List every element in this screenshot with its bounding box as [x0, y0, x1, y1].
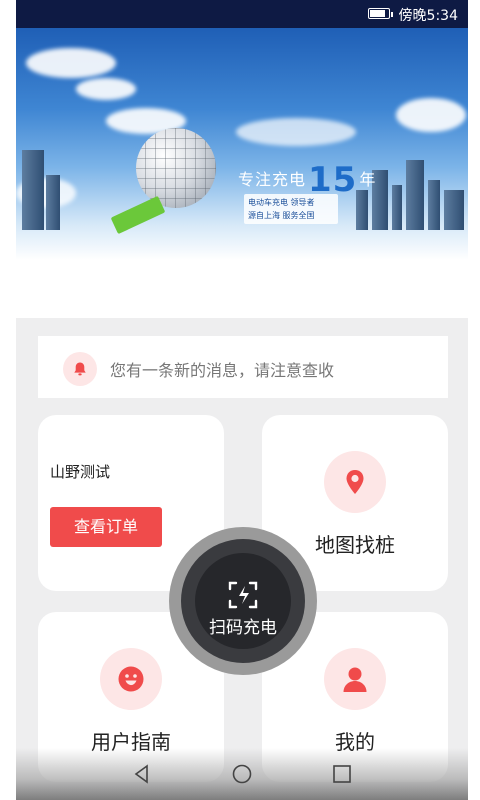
location-pin-icon — [324, 451, 386, 513]
home-icon[interactable] — [232, 764, 252, 784]
status-time: 傍晚5:34 — [398, 8, 458, 24]
view-orders-button[interactable]: 查看订单 — [50, 507, 162, 547]
banner-subtitle: 电动车充电 领导者 源自上海 服务全国 — [244, 194, 338, 224]
scan-charge-icon — [228, 581, 258, 609]
user-icon — [324, 648, 386, 710]
smiley-icon — [100, 648, 162, 710]
bell-icon — [63, 352, 97, 386]
notification-text: 您有一条新的消息，请注意查收 — [110, 361, 335, 380]
system-nav-bar — [16, 748, 468, 800]
plug-illustration — [110, 195, 166, 235]
notification-bar[interactable]: 您有一条新的消息，请注意查收 — [38, 336, 448, 398]
scan-charge-button[interactable] — [169, 527, 317, 675]
back-icon[interactable] — [132, 764, 152, 784]
globe-illustration — [136, 128, 216, 208]
promo-banner[interactable]: 专注充电15 年 电动车充电 领导者 源自上海 服务全国 — [16, 28, 468, 260]
battery-icon — [368, 8, 393, 19]
recents-icon[interactable] — [332, 764, 352, 784]
scan-charge-label: 扫码充电 — [209, 618, 277, 638]
status-bar: 傍晚5:34 — [16, 0, 468, 28]
site-name: 山野测试 — [50, 463, 111, 481]
